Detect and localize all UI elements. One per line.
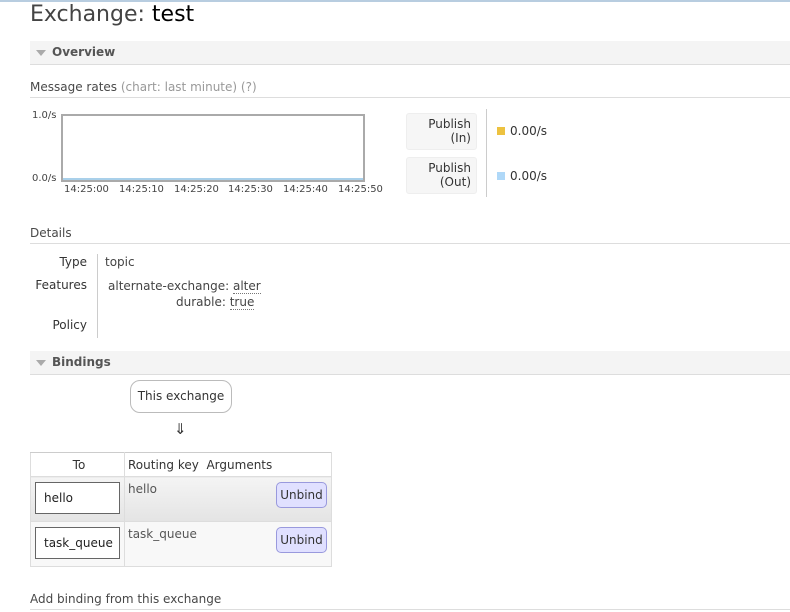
add-binding-header[interactable]: Add binding from this exchange: [30, 592, 790, 610]
column-header-to: To: [30, 452, 125, 477]
page-title: Exchange: test: [30, 2, 194, 27]
exchange-name: test: [151, 2, 195, 27]
legend-label-line1: Publish: [428, 161, 471, 175]
overview-header: Overview: [52, 45, 116, 59]
unbind-button[interactable]: Unbind: [276, 527, 327, 553]
message-rates-label: Message rates: [30, 80, 118, 94]
x-tick: 14:25:30: [228, 184, 273, 195]
y-axis-min-label: 0.0/s: [32, 173, 57, 184]
y-axis-max-label: 1.0/s: [32, 110, 57, 121]
message-rates-header: Message rates (chart: last minute) (?): [30, 80, 790, 98]
binding-key-cell: hello Unbind: [124, 476, 332, 522]
features-label: Features: [35, 278, 87, 292]
type-label: Type: [59, 255, 87, 269]
bindings-header: Bindings: [52, 355, 111, 369]
publish-out-color-swatch: [497, 172, 505, 180]
collapse-triangle-icon: [36, 50, 46, 56]
details-divider: [97, 254, 98, 338]
down-arrow-icon: ⇓: [174, 420, 187, 438]
legend-label-line2: (Out): [439, 175, 471, 189]
collapse-triangle-icon: [36, 360, 46, 366]
column-header-routing: Routing key Arguments: [124, 452, 332, 477]
x-tick: 14:25:00: [64, 184, 109, 195]
binding-destination-cell: task_queue: [30, 521, 125, 567]
type-value: topic: [105, 255, 135, 269]
legend-publish-in-toggle[interactable]: Publish (In): [406, 113, 477, 150]
x-tick: 14:25:20: [174, 184, 219, 195]
chart-range-link[interactable]: (chart: last minute): [121, 80, 237, 94]
feature-value: true: [229, 295, 255, 310]
x-tick: 14:25:40: [283, 184, 328, 195]
feature-alternate-exchange: alternate-exchange: alter: [108, 278, 261, 294]
column-header-routing-key: Routing key: [128, 457, 199, 472]
bindings-table: To Routing key Arguments hello hello Unbi…: [30, 452, 332, 567]
destination-queue-link[interactable]: hello: [35, 482, 120, 514]
binding-key-cell: task_queue Unbind: [124, 521, 332, 567]
bindings-section-toggle[interactable]: Bindings: [30, 351, 790, 375]
details-header-label: Details: [30, 226, 72, 240]
destination-queue-link[interactable]: task_queue: [35, 527, 120, 559]
table-row: task_queue task_queue Unbind: [30, 521, 332, 567]
table-row: hello hello Unbind: [30, 476, 332, 522]
legend-label-line2: (In): [450, 131, 471, 145]
feature-value: alter: [232, 279, 261, 294]
publish-in-rate: 0.00/s: [510, 124, 548, 138]
publish-out-rate: 0.00/s: [510, 169, 548, 183]
legend-divider: [486, 109, 487, 197]
page-title-prefix: Exchange:: [30, 2, 145, 27]
this-exchange-node: This exchange: [130, 380, 232, 413]
help-link[interactable]: (?): [241, 80, 257, 94]
features-list: alternate-exchange: alter durable: true: [108, 278, 261, 310]
message-rates-chart: [61, 114, 365, 182]
publish-in-color-swatch: [497, 127, 505, 135]
routing-key-value: hello: [128, 482, 157, 496]
policy-label: Policy: [52, 318, 87, 332]
unbind-button[interactable]: Unbind: [276, 482, 327, 508]
add-binding-header-label: Add binding from this exchange: [30, 592, 222, 606]
x-tick: 14:25:10: [119, 184, 164, 195]
details-header: Details: [30, 226, 790, 244]
legend-publish-out-toggle[interactable]: Publish (Out): [406, 157, 477, 194]
feature-key: alternate-exchange:: [108, 279, 230, 293]
routing-key-value: task_queue: [128, 527, 197, 541]
publish-out-series-line: [63, 178, 363, 180]
x-tick: 14:25:50: [338, 184, 383, 195]
binding-destination-cell: hello: [30, 476, 125, 522]
table-header-row: To Routing key Arguments: [30, 452, 332, 477]
legend-label-line1: Publish: [428, 117, 471, 131]
feature-key: durable:: [176, 295, 226, 309]
column-header-arguments: Arguments: [206, 457, 273, 472]
feature-durable: durable: true: [108, 294, 261, 310]
overview-section-toggle[interactable]: Overview: [30, 41, 790, 65]
